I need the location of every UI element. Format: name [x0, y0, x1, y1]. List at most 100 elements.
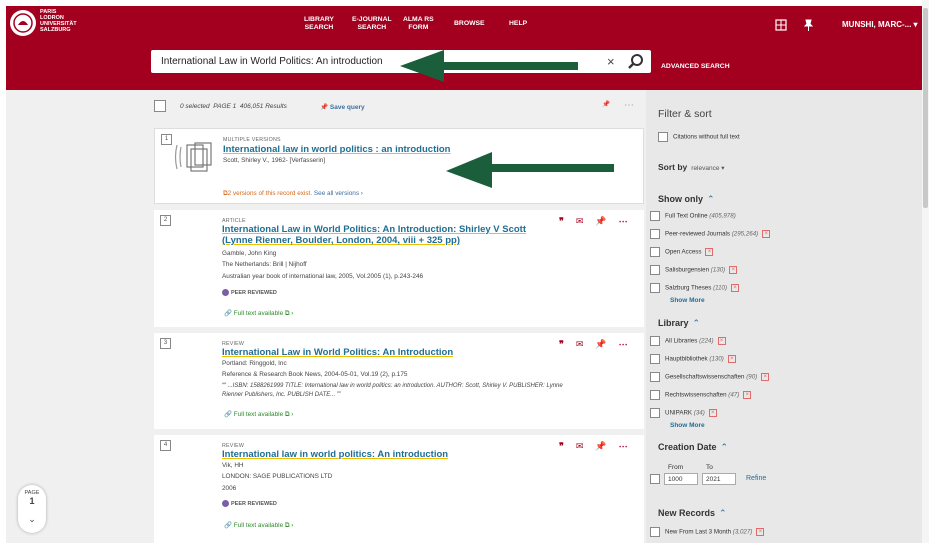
page-indicator: PAGE 1: [213, 103, 237, 110]
filter-item[interactable]: Hauptbibliothek (130) ×: [650, 354, 736, 364]
filter-item[interactable]: Peer-reviewed Journals (295,264) ×: [650, 229, 771, 239]
select-all-checkbox[interactable]: [154, 100, 166, 112]
university-logo[interactable]: [10, 10, 36, 36]
result-item[interactable]: 3 REVIEW International Law in World Poli…: [154, 333, 644, 429]
more-options-icon[interactable]: ⋯: [624, 100, 634, 111]
date-to-input[interactable]: 2021: [702, 473, 736, 485]
full-text-link[interactable]: 🔗 Full text available ⧉ ›: [224, 410, 293, 419]
filter-checkbox[interactable]: [650, 247, 660, 257]
filter-item[interactable]: Salzburg Theses (110) ×: [650, 283, 740, 293]
exclude-icon[interactable]: ×: [743, 391, 752, 399]
result-actions: ❞ ✉ 📌 ⋯: [559, 339, 640, 350]
citations-checkbox[interactable]: [658, 132, 668, 142]
filter-checkbox[interactable]: [650, 527, 660, 537]
nav-e-journal-search[interactable]: E-JOURNAL SEARCH: [352, 16, 392, 32]
exclude-icon[interactable]: ×: [717, 337, 726, 345]
versions-notice[interactable]: ⧉2 versions of this record exist. See al…: [223, 190, 363, 198]
result-title[interactable]: International Law in World Politics: An …: [222, 224, 552, 246]
favorites-grid-icon[interactable]: [774, 18, 788, 32]
result-item[interactable]: 4 REVIEW International law in world poli…: [154, 435, 644, 543]
show-more-link[interactable]: Show More: [670, 297, 705, 304]
sort-value[interactable]: relevance ▾: [691, 165, 724, 172]
citation-icon[interactable]: ❞: [559, 339, 564, 350]
page-navigator[interactable]: PAGE 1 ⌄: [18, 485, 46, 533]
full-text-link[interactable]: 🔗 Full text available ⧉ ›: [224, 309, 293, 318]
filter-item[interactable]: Gesellschaftswissenschaften (90) ×: [650, 372, 770, 382]
pin-record-icon[interactable]: 📌: [595, 339, 606, 350]
nav-library-search[interactable]: LIBRARY SEARCH: [304, 16, 334, 32]
result-title[interactable]: International law in world politics: An …: [222, 449, 552, 460]
filter-count: (110): [713, 284, 728, 292]
filter-item[interactable]: UNIPARK (34) ×: [650, 408, 717, 418]
exclude-icon[interactable]: ×: [708, 409, 717, 417]
result-item[interactable]: 1 MULTIPLE VERSIONS International law in…: [154, 128, 644, 204]
scrollbar-thumb[interactable]: [923, 8, 928, 208]
exclude-icon[interactable]: ×: [727, 355, 736, 363]
citation-icon[interactable]: ❞: [559, 216, 564, 227]
filter-checkbox[interactable]: [650, 354, 660, 364]
more-actions-icon[interactable]: ⋯: [619, 339, 628, 350]
filter-checkbox[interactable]: [650, 390, 660, 400]
filter-checkbox[interactable]: [650, 408, 660, 418]
advanced-search-link[interactable]: ADVANCED SEARCH: [661, 63, 730, 70]
result-snippet: ““ ...ISBN: 1588261999 TITLE: Internatio…: [222, 383, 563, 398]
save-query-button[interactable]: 📌 Save query: [320, 103, 365, 111]
exclude-icon[interactable]: ×: [731, 284, 740, 292]
more-actions-icon[interactable]: ⋯: [619, 216, 628, 227]
filter-checkbox[interactable]: [650, 283, 660, 293]
filter-checkbox[interactable]: [650, 265, 660, 275]
filter-item[interactable]: Full Text Online (405,978): [650, 211, 736, 221]
exclude-icon[interactable]: ×: [705, 248, 714, 256]
result-title[interactable]: International Law in World Politics: An …: [222, 347, 552, 358]
nav-browse[interactable]: BROWSE: [454, 20, 485, 28]
search-icon[interactable]: [625, 52, 647, 71]
filter-checkbox[interactable]: [650, 336, 660, 346]
more-actions-icon[interactable]: ⋯: [619, 441, 628, 452]
sort-label: Sort by: [658, 162, 688, 172]
show-more-link[interactable]: Show More: [670, 422, 705, 429]
filter-item[interactable]: Rechtswissenschaften (47) ×: [650, 390, 752, 400]
refine-button[interactable]: Refine: [746, 475, 766, 482]
filter-count: (3,027): [732, 528, 753, 536]
citations-toggle[interactable]: Citations without full text: [658, 132, 740, 142]
full-text-link[interactable]: 🔗 Full text available ⧉ ›: [224, 521, 293, 530]
filter-checkbox[interactable]: [650, 211, 660, 221]
chevron-up-icon: ⌃: [707, 194, 715, 204]
user-menu[interactable]: MUNSHI, MARC-... ▾: [842, 20, 918, 29]
scrollbar[interactable]: [922, 0, 929, 543]
filter-item[interactable]: Salisburgensien (130) ×: [650, 265, 738, 275]
filter-item[interactable]: New From Last 3 Month (3,027) ×: [650, 527, 765, 537]
chevron-down-icon[interactable]: ⌄: [18, 514, 46, 525]
exclude-icon[interactable]: ×: [756, 528, 765, 536]
email-icon[interactable]: ✉: [576, 216, 584, 227]
library-heading[interactable]: Library ⌃: [658, 318, 700, 329]
result-number: 1: [161, 134, 172, 145]
filter-item[interactable]: All Libraries (224) ×: [650, 336, 726, 346]
result-item[interactable]: 2 ARTICLE International Law in World Pol…: [154, 210, 644, 327]
filter-item[interactable]: Open Access ×: [650, 247, 714, 257]
email-icon[interactable]: ✉: [576, 441, 584, 452]
search-input[interactable]: International Law in World Politics: An …: [151, 50, 651, 73]
result-title[interactable]: International law in world politics : an…: [223, 144, 553, 155]
pin-all-icon[interactable]: 📌: [602, 100, 610, 108]
citation-icon[interactable]: ❞: [559, 441, 564, 452]
sort-control[interactable]: Sort by relevance ▾: [658, 162, 725, 172]
pin-record-icon[interactable]: 📌: [595, 441, 606, 452]
pin-record-icon[interactable]: 📌: [595, 216, 606, 227]
exclude-icon[interactable]: ×: [729, 266, 738, 274]
filter-checkbox[interactable]: [650, 229, 660, 239]
new-records-heading[interactable]: New Records ⌃: [658, 508, 727, 519]
clear-search-icon[interactable]: ×: [607, 54, 615, 69]
nav-alma-rs-form[interactable]: ALMA RS FORM: [403, 16, 434, 32]
date-filter-checkbox[interactable]: [650, 474, 660, 484]
nav-help[interactable]: HELP: [509, 20, 527, 28]
exclude-icon[interactable]: ×: [762, 230, 771, 238]
date-from-input[interactable]: 1000: [664, 473, 698, 485]
email-icon[interactable]: ✉: [576, 339, 584, 350]
filter-checkbox[interactable]: [650, 372, 660, 382]
creation-date-heading[interactable]: Creation Date ⌃: [658, 442, 728, 453]
exclude-icon[interactable]: ×: [761, 373, 770, 381]
show-only-heading[interactable]: Show only ⌃: [658, 194, 715, 205]
see-all-versions-link[interactable]: See all versions ›: [314, 190, 363, 197]
pin-icon[interactable]: [801, 18, 815, 32]
